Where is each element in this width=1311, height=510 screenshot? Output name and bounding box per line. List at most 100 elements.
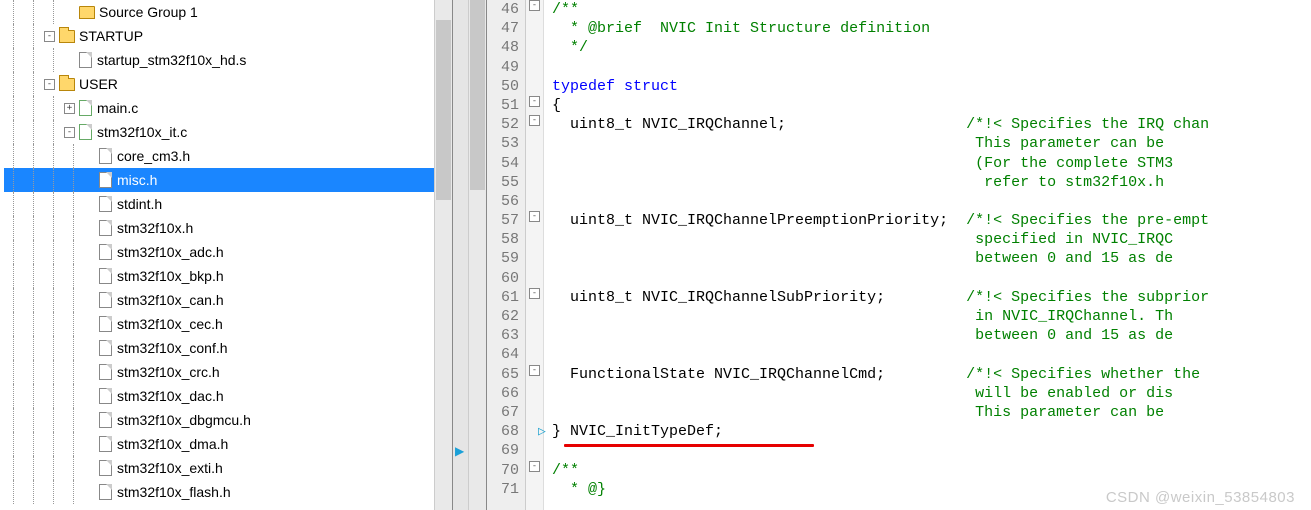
code-line[interactable] (552, 269, 1311, 288)
fold-toggle-icon[interactable]: - (529, 115, 540, 126)
tree-item-label: stm32f10x_dma.h (117, 432, 228, 456)
code-editor-pane: 4647484950515253545556575859606162636465… (487, 0, 1311, 510)
tree-item[interactable]: - STARTUP (4, 24, 452, 48)
splitter-scroll-thumb[interactable] (470, 0, 485, 190)
tree-item-label: stm32f10x_it.c (97, 120, 187, 144)
code-line[interactable]: refer to stm32f10x.h (552, 173, 1311, 192)
code-line[interactable]: (For the complete STM3 (552, 154, 1311, 173)
tree-item[interactable]: stm32f10x_bkp.h (4, 264, 452, 288)
tree-item[interactable]: + main.c (4, 96, 452, 120)
file-icon (99, 268, 112, 284)
folder-icon (79, 6, 95, 19)
tree-item[interactable]: stm32f10x.h (4, 216, 452, 240)
code-line[interactable]: This parameter can be (552, 134, 1311, 153)
fold-toggle-icon[interactable]: - (529, 365, 540, 376)
collapse-icon[interactable]: - (64, 127, 75, 138)
code-line[interactable]: typedef struct (552, 77, 1311, 96)
file-icon (99, 172, 112, 188)
file-icon (99, 484, 112, 500)
tree-item-label: core_cm3.h (117, 144, 190, 168)
tree-item[interactable]: stm32f10x_dac.h (4, 384, 452, 408)
code-line[interactable]: in NVIC_IRQChannel. Th (552, 307, 1311, 326)
watermark-text: CSDN @weixin_53854803 (1106, 489, 1295, 506)
splitter[interactable]: ▶ (453, 0, 487, 510)
code-line[interactable]: uint8_t NVIC_IRQChannelPreemptionPriorit… (552, 211, 1311, 230)
tree-item[interactable]: stdint.h (4, 192, 452, 216)
folder-icon (59, 78, 75, 91)
file-icon (99, 220, 112, 236)
collapse-icon[interactable]: - (44, 31, 55, 42)
expand-icon[interactable]: + (64, 103, 75, 114)
fold-toggle-icon[interactable]: - (529, 0, 540, 11)
code-line[interactable]: * @brief NVIC Init Structure definition (552, 19, 1311, 38)
file-icon (99, 436, 112, 452)
tree-item[interactable]: stm32f10x_dma.h (4, 432, 452, 456)
tree-item-label: stm32f10x.h (117, 216, 193, 240)
collapse-icon[interactable]: - (44, 79, 55, 90)
file-icon (99, 412, 112, 428)
tree-item-label: misc.h (117, 168, 157, 192)
fold-toggle-icon[interactable]: - (529, 96, 540, 107)
fold-toggle-icon[interactable]: - (529, 211, 540, 222)
tree-item[interactable]: stm32f10x_exti.h (4, 456, 452, 480)
code-line[interactable]: specified in NVIC_IRQC (552, 230, 1311, 249)
project-tree-pane: Source Group 1 - STARTUPstartup_stm32f10x_… (0, 0, 453, 510)
code-line[interactable] (552, 345, 1311, 364)
tree-item-label: Source Group 1 (99, 0, 198, 24)
project-tree[interactable]: Source Group 1 - STARTUPstartup_stm32f10x_… (0, 0, 452, 504)
fold-toggle-icon[interactable]: - (529, 461, 540, 472)
file-icon (99, 244, 112, 260)
tree-item-label: stm32f10x_dbgmcu.h (117, 408, 251, 432)
file-icon (79, 124, 92, 140)
tree-item[interactable]: core_cm3.h (4, 144, 452, 168)
tree-item-label: STARTUP (79, 24, 143, 48)
code-line[interactable]: uint8_t NVIC_IRQChannelSubPriority; /*!<… (552, 288, 1311, 307)
file-icon (99, 316, 112, 332)
tree-item[interactable]: misc.h (4, 168, 452, 192)
tree-item-label: stm32f10x_conf.h (117, 336, 228, 360)
tree-item[interactable]: stm32f10x_cec.h (4, 312, 452, 336)
code-line[interactable]: FunctionalState NVIC_IRQChannelCmd; /*!<… (552, 365, 1311, 384)
tree-item[interactable]: Source Group 1 (4, 0, 452, 24)
file-icon (99, 340, 112, 356)
code-line[interactable]: /** (552, 0, 1311, 19)
code-line[interactable]: { (552, 96, 1311, 115)
tree-item[interactable]: stm32f10x_dbgmcu.h (4, 408, 452, 432)
tree-item[interactable]: stm32f10x_can.h (4, 288, 452, 312)
file-icon (79, 100, 92, 116)
execution-pointer-icon: ▶ (455, 444, 464, 458)
tree-item[interactable]: startup_stm32f10x_hd.s (4, 48, 452, 72)
tree-scrollbar[interactable] (434, 0, 452, 510)
code-line[interactable]: */ (552, 38, 1311, 57)
tree-item[interactable]: stm32f10x_crc.h (4, 360, 452, 384)
code-line[interactable]: /** (552, 461, 1311, 480)
code-line[interactable]: between 0 and 15 as de (552, 326, 1311, 345)
tree-scroll-thumb[interactable] (436, 20, 451, 200)
code-line[interactable]: will be enabled or dis (552, 384, 1311, 403)
tree-item-label: main.c (97, 96, 138, 120)
code-text-area[interactable]: /** * @brief NVIC Init Structure definit… (544, 0, 1311, 510)
code-line[interactable]: ▷} NVIC_InitTypeDef; (552, 422, 1311, 441)
tree-item-label: USER (79, 72, 118, 96)
cursor-icon: ▷ (538, 422, 546, 441)
tree-item[interactable]: stm32f10x_adc.h (4, 240, 452, 264)
red-underline-annotation (564, 444, 814, 447)
tree-item-label: startup_stm32f10x_hd.s (97, 48, 246, 72)
tree-item[interactable]: - USER (4, 72, 452, 96)
line-number-gutter: 4647484950515253545556575859606162636465… (487, 0, 526, 510)
tree-item[interactable]: - stm32f10x_it.c (4, 120, 452, 144)
splitter-scrollbar[interactable] (468, 0, 486, 510)
code-line[interactable] (552, 58, 1311, 77)
tree-item[interactable]: stm32f10x_flash.h (4, 480, 452, 504)
fold-toggle-icon[interactable]: - (529, 288, 540, 299)
tree-item[interactable]: stm32f10x_conf.h (4, 336, 452, 360)
file-icon (99, 292, 112, 308)
code-line[interactable]: between 0 and 15 as de (552, 249, 1311, 268)
tree-item-label: stm32f10x_can.h (117, 288, 224, 312)
code-line[interactable]: This parameter can be (552, 403, 1311, 422)
tree-item-label: stm32f10x_dac.h (117, 384, 224, 408)
tree-item-label: stm32f10x_bkp.h (117, 264, 224, 288)
tree-item-label: stm32f10x_cec.h (117, 312, 223, 336)
code-line[interactable]: uint8_t NVIC_IRQChannel; /*!< Specifies … (552, 115, 1311, 134)
code-line[interactable] (552, 192, 1311, 211)
